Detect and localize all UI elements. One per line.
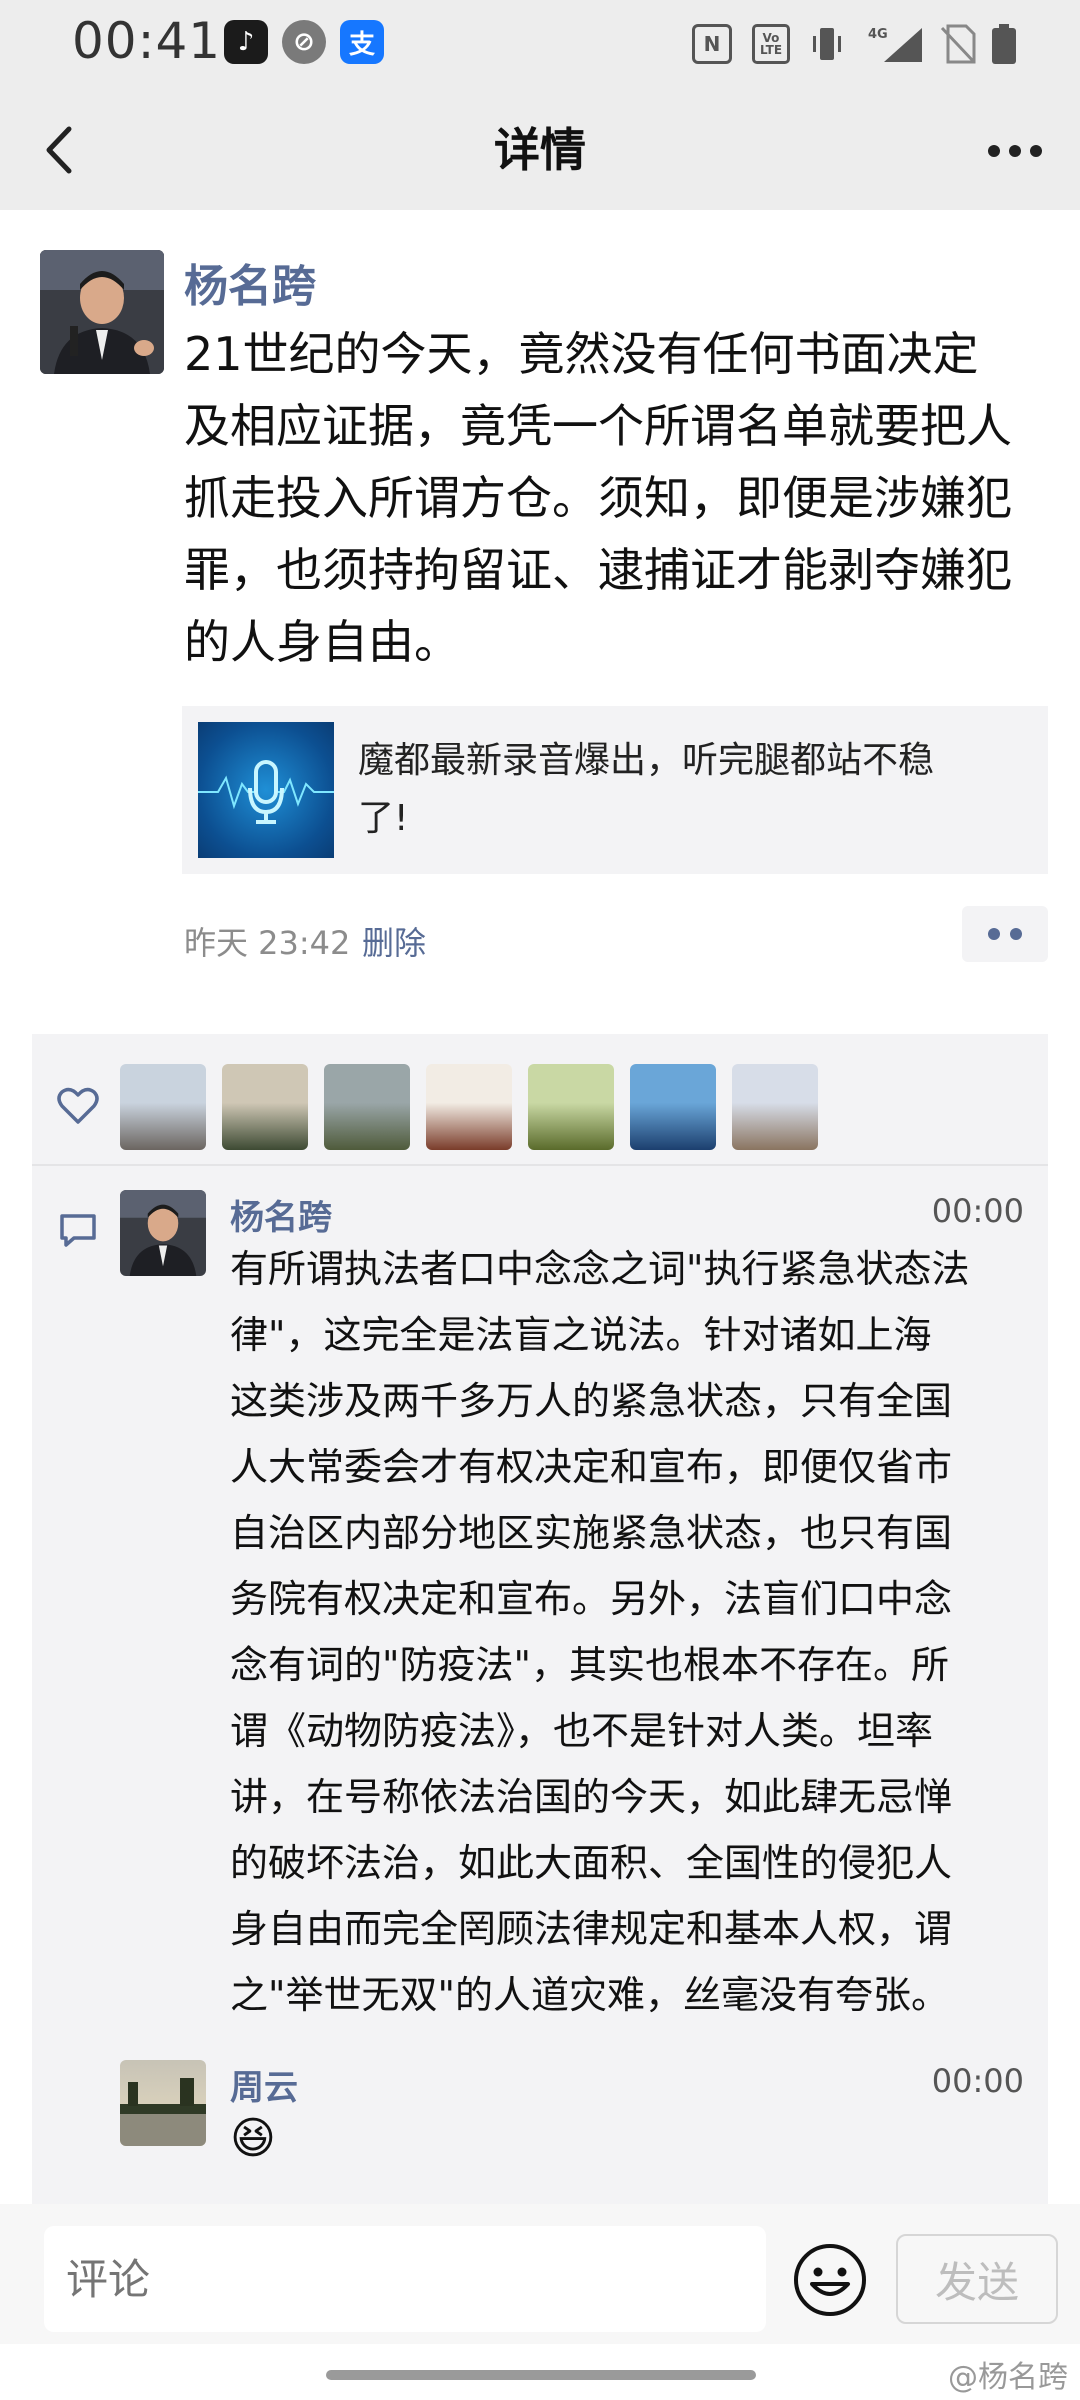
no-sim-icon <box>940 24 976 64</box>
post-text-line: 及相应证据，竟凭一个所谓名单就要把人 <box>184 399 1012 453</box>
volte-icon: Vo LTE <box>752 24 790 64</box>
comment-text-line: 讲，在号称依法治国的今天，如此肆无忌惮 <box>230 1775 953 1819</box>
post-text-line: 的人身自由。 <box>184 615 460 669</box>
post-text-line: 罪，也须持拘留证、逮捕证才能剥夺嫌犯 <box>184 543 1012 597</box>
commenter-name[interactable]: 杨名跨 <box>230 1190 332 1239</box>
liker-avatar[interactable] <box>120 1064 206 1150</box>
comment-item: 周云 00:00 😆 <box>120 2060 1040 2180</box>
share-title: 魔都最新录音爆出，听完腿都站不稳 了! <box>358 732 1018 848</box>
post-text: 21世纪的今天，竟然没有任何书面决定 及相应证据，竟凭一个所谓名单就要把人 抓走… <box>184 318 1034 678</box>
vibrate-icon <box>812 24 842 64</box>
divider <box>32 1164 1048 1166</box>
home-indicator[interactable] <box>326 2370 756 2380</box>
liker-avatar[interactable] <box>426 1064 512 1150</box>
microphone-icon <box>198 760 334 824</box>
battery-icon <box>990 24 1018 64</box>
comment-text[interactable]: 有所谓执法者口中念念之词"执行紧急状态法 律"，这完全是法盲之说法。针对诸如上海… <box>230 1236 1020 2028</box>
comment-text-line: 律"，这完全是法盲之说法。针对诸如上海 <box>230 1313 932 1357</box>
app-icon: ⊘ <box>282 20 326 64</box>
commenter-avatar[interactable] <box>120 2060 206 2146</box>
comment-text-line: 之"举世无双"的人道灾难，丝毫没有夸张。 <box>230 1973 949 2017</box>
share-title-line: 魔都最新录音爆出，听完腿都站不稳 <box>358 740 935 781</box>
comment-text-line: 务院有权决定和宣布。另外，法盲们口中念 <box>230 1577 953 1621</box>
page-title: 详情 <box>494 123 586 177</box>
share-title-line: 了! <box>358 798 409 839</box>
smiley-icon <box>794 2244 866 2316</box>
comment-text-line: 这类涉及两千多万人的紧急状态，只有全国 <box>230 1379 953 1423</box>
commenter-avatar[interactable] <box>120 1190 206 1276</box>
comment-text-line: 谓《动物防疫法》，也不是针对人类。坦率 <box>230 1709 934 1753</box>
post-text-line: 21世纪的今天，竟然没有任何书面决定 <box>184 327 979 381</box>
status-bar: 00:41 ♪ ⊘ 支 N Vo LTE 4G <box>0 0 1080 90</box>
commenter-name[interactable]: 周云 <box>230 2060 298 2109</box>
comment-text-line: 身自由而完全罔顾法律规定和基本人权，谓 <box>230 1907 953 1951</box>
liker-avatar[interactable] <box>222 1064 308 1150</box>
shared-link-card[interactable]: 魔都最新录音爆出，听完腿都站不稳 了! <box>182 706 1048 874</box>
interaction-panel: 杨名跨 00:00 有所谓执法者口中念念之词"执行紧急状态法 律"，这完全是法盲… <box>32 1034 1048 2204</box>
comment-item: 杨名跨 00:00 有所谓执法者口中念念之词"执行紧急状态法 律"，这完全是法盲… <box>120 1190 1040 2030</box>
author-avatar[interactable] <box>40 250 164 374</box>
more-icon <box>988 145 1042 157</box>
share-thumbnail <box>198 722 334 858</box>
liker-avatar[interactable] <box>630 1064 716 1150</box>
post-timestamp: 昨天 23:42 <box>184 924 351 962</box>
post-author[interactable]: 杨名跨 <box>184 250 316 314</box>
delete-link[interactable]: 删除 <box>362 918 426 964</box>
comment-time: 00:00 <box>931 2062 1024 2100</box>
liker-avatar[interactable] <box>324 1064 410 1150</box>
watermark: @杨名跨 <box>948 2360 1068 2395</box>
tiktok-icon: ♪ <box>224 20 268 64</box>
comment-text-line: 人大常委会才有权决定和宣布，即便仅省市 <box>230 1445 953 1489</box>
comment-input-bar: 发送 <box>0 2204 1080 2344</box>
comment-emoji[interactable]: 😆 <box>230 2106 1020 2172</box>
nav-bar: 详情 <box>0 90 1080 210</box>
comment-text-line: 的破坏法治，如此大面积、全国性的侵犯人 <box>230 1841 953 1885</box>
send-button[interactable]: 发送 <box>896 2234 1058 2324</box>
comment-menu-button[interactable] <box>962 906 1048 962</box>
comment-icon <box>60 1214 96 1247</box>
svg-text:4G: 4G <box>868 27 888 42</box>
comment-text-line: 自治区内部分地区实施紧急状态，也只有国 <box>230 1511 953 1555</box>
alipay-icon: 支 <box>340 20 384 64</box>
nfc-icon: N <box>692 24 732 64</box>
liker-avatar[interactable] <box>732 1064 818 1150</box>
liker-avatar[interactable] <box>528 1064 614 1150</box>
post-text-line: 抓走投入所谓方仓。须知，即便是涉嫌犯 <box>184 471 1012 525</box>
more-button[interactable] <box>980 126 1050 176</box>
emoji-button[interactable] <box>792 2242 868 2318</box>
signal-4g-icon: 4G <box>864 24 924 64</box>
comment-text-line: 念有词的"防疫法"，其实也根本不存在。所 <box>230 1643 949 1687</box>
comment-input[interactable] <box>44 2226 766 2332</box>
heart-icon <box>57 1087 99 1124</box>
comment-text-line: 有所谓执法者口中念念之词"执行紧急状态法 <box>230 1247 970 1291</box>
likes-row <box>32 1034 1048 1164</box>
comment-time: 00:00 <box>931 1192 1024 1230</box>
status-time: 00:41 <box>72 12 222 70</box>
